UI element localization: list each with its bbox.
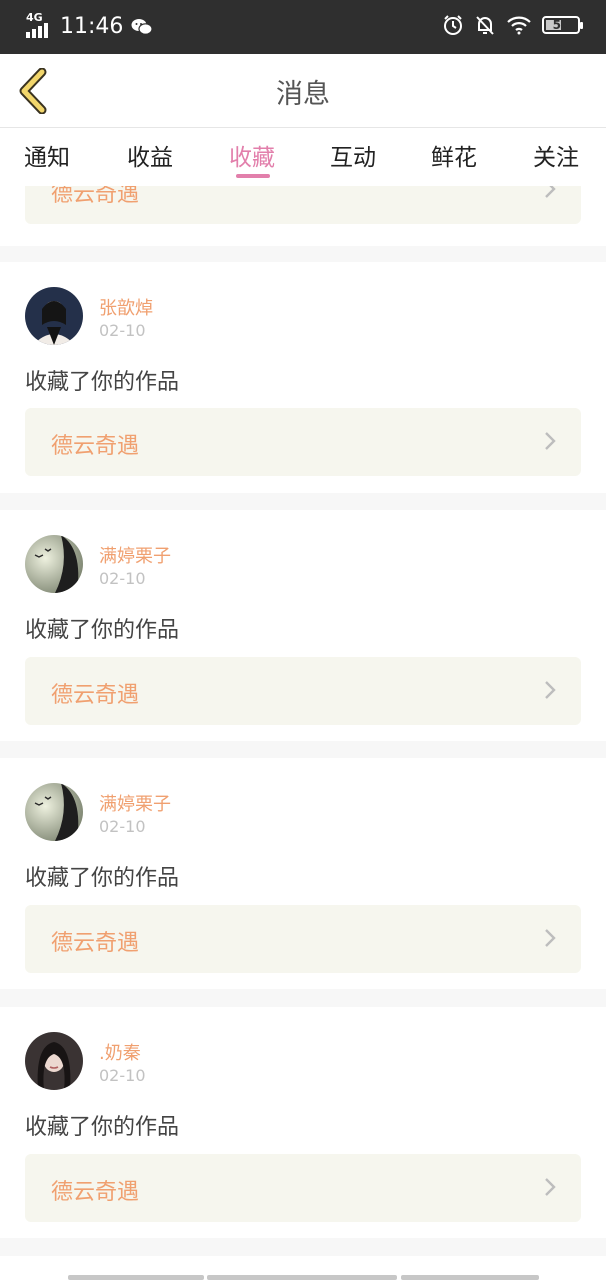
status-bar: 4G 11:46 50 — [0, 0, 606, 54]
work-link[interactable]: 德云奇遇 — [25, 1154, 581, 1222]
timestamp: 02-10 — [99, 817, 146, 836]
work-title: 德云奇遇 — [51, 931, 140, 956]
tab-follows[interactable]: 关注 — [533, 138, 579, 172]
username[interactable]: 张歆焯 — [99, 294, 153, 320]
action-text: 收藏了你的作品 — [25, 866, 180, 891]
work-link[interactable]: 德云奇遇 — [25, 905, 581, 973]
timestamp: 02-10 — [99, 569, 146, 588]
list-item: 张歆焯 02-10 收藏了你的作品 德云奇遇 — [0, 262, 606, 493]
bottom-bar-segment — [207, 1275, 397, 1280]
timestamp: 02-10 — [99, 1066, 146, 1085]
list-item: .奶秦 02-10 收藏了你的作品 德云奇遇 — [0, 1007, 606, 1238]
chevron-right-icon — [545, 432, 556, 450]
username[interactable]: 满婷栗子 — [99, 790, 171, 816]
list-item: 满婷栗子 02-10 收藏了你的作品 德云奇遇 — [0, 758, 606, 989]
action-text: 收藏了你的作品 — [25, 618, 180, 643]
avatar[interactable] — [25, 1032, 83, 1090]
work-title: 德云奇遇 — [51, 434, 140, 459]
list-item: 德云奇遇 — [0, 186, 606, 246]
tab-bar: 通知 收益 收藏 互动 鲜花 关注 — [0, 128, 606, 186]
work-link[interactable]: 德云奇遇 — [25, 657, 581, 725]
tab-flowers[interactable]: 鲜花 — [431, 138, 477, 172]
username[interactable]: 满婷栗子 — [99, 542, 171, 568]
avatar[interactable] — [25, 535, 83, 593]
work-title: 德云奇遇 — [51, 683, 140, 708]
tab-earnings[interactable]: 收益 — [127, 138, 173, 172]
avatar[interactable] — [25, 783, 83, 841]
work-link[interactable]: 德云奇遇 — [25, 186, 581, 224]
work-title: 德云奇遇 — [51, 186, 140, 207]
signal-icon: 4G — [26, 11, 52, 38]
chevron-right-icon — [545, 186, 556, 198]
username[interactable]: .奶秦 — [99, 1039, 141, 1065]
list-item: 满婷栗子 02-10 收藏了你的作品 德云奇遇 — [0, 510, 606, 741]
tab-interactions[interactable]: 互动 — [330, 138, 376, 172]
timestamp: 02-10 — [99, 321, 146, 340]
bell-off-icon — [476, 16, 494, 35]
bottom-bar-segment — [401, 1275, 539, 1280]
avatar[interactable] — [25, 287, 83, 345]
nav-header: 消息 — [0, 54, 606, 128]
alarm-icon — [444, 15, 462, 35]
battery-icon: 50 — [542, 16, 583, 34]
work-link[interactable]: 德云奇遇 — [25, 408, 581, 476]
wechat-icon — [131, 18, 154, 35]
wifi-icon — [507, 16, 531, 35]
bottom-bar-segment — [68, 1275, 204, 1280]
chevron-right-icon — [545, 929, 556, 947]
chevron-right-icon — [545, 681, 556, 699]
tab-notifications[interactable]: 通知 — [24, 138, 70, 172]
clock: 11:46 — [60, 14, 124, 39]
work-title: 德云奇遇 — [51, 1180, 140, 1205]
action-text: 收藏了你的作品 — [25, 370, 180, 395]
action-text: 收藏了你的作品 — [25, 1115, 180, 1140]
battery-level: 50 — [552, 18, 570, 32]
message-list[interactable]: 德云奇遇 张歆焯 02-10 收藏了你的作品 德云奇遇 满婷栗子 02-10 收… — [0, 186, 606, 1280]
active-tab-indicator — [236, 174, 270, 178]
page-title: 消息 — [276, 79, 330, 110]
chevron-right-icon — [545, 1178, 556, 1196]
tab-favorites[interactable]: 收藏 — [229, 138, 275, 172]
